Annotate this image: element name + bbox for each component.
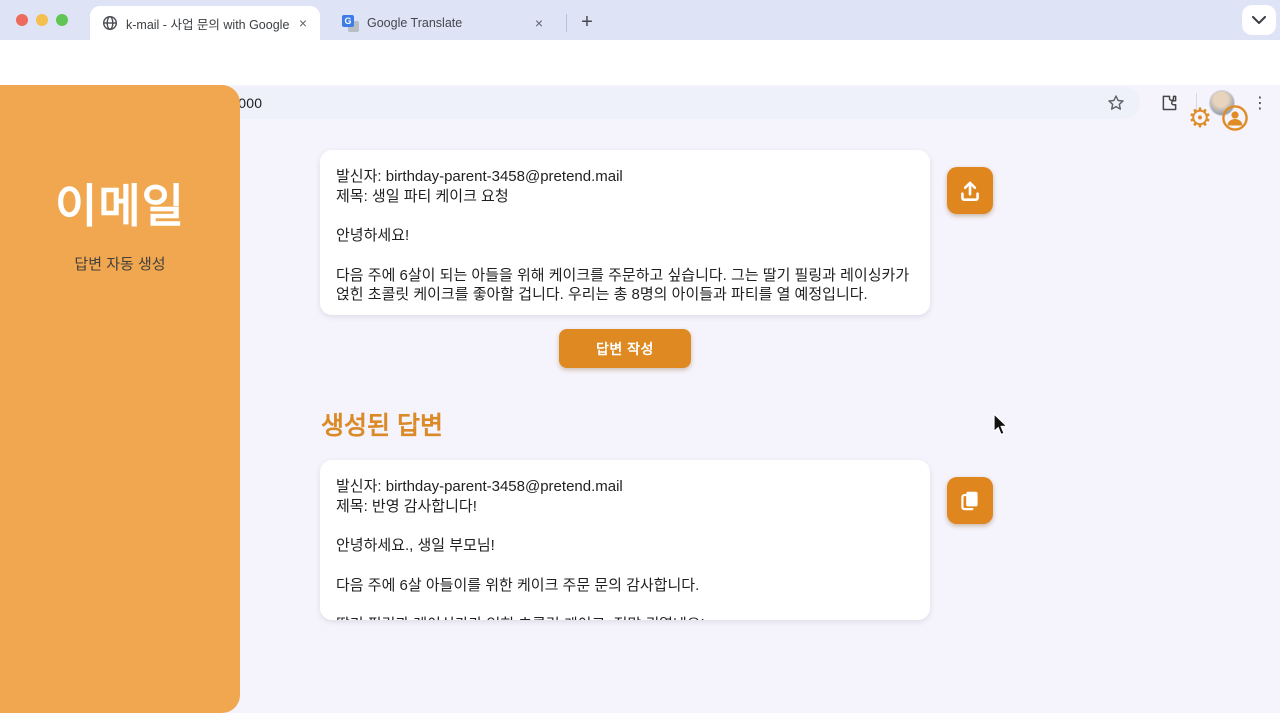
tab-separator (566, 14, 567, 32)
generated-reply-heading: 생성된 답변 (321, 406, 443, 442)
tab-title: k-mail - 사업 문의 with Google (126, 14, 294, 33)
bookmark-star-icon[interactable] (1106, 93, 1126, 118)
app-title: 이메일 (0, 170, 240, 236)
tab-kmail[interactable]: k-mail - 사업 문의 with Google × (90, 6, 320, 40)
incoming-email-text: 발신자: birthday-parent-3458@pretend.mail 제… (336, 167, 914, 305)
url-bar[interactable]: 127.0.0.1:5000 (124, 87, 1140, 119)
tab-search-chevron-button[interactable] (1242, 5, 1276, 35)
globe-favicon-icon (102, 15, 118, 31)
mouse-cursor (993, 413, 1011, 442)
bottom-strip (0, 713, 1280, 720)
upload-icon (957, 178, 983, 204)
browser-menu-icon[interactable]: ⋮ (1250, 90, 1270, 116)
new-tab-button[interactable]: + (574, 9, 600, 35)
upload-button[interactable] (947, 167, 993, 214)
copy-button[interactable] (947, 477, 993, 524)
tab-close-icon[interactable]: × (530, 14, 548, 32)
macos-zoom-button[interactable] (56, 14, 68, 26)
macos-minimize-button[interactable] (36, 14, 48, 26)
tab-google-translate[interactable]: G Google Translate × (330, 6, 556, 40)
chevron-down-icon (1252, 16, 1266, 24)
app-subtitle: 답변 자동 생성 (0, 253, 240, 274)
generated-email-text: 발신자: birthday-parent-3458@pretend.mail 제… (336, 477, 914, 620)
user-profile-icon[interactable] (1221, 104, 1249, 132)
sidebar: 이메일 답변 자동 생성 (0, 85, 240, 713)
tab-title: Google Translate (367, 16, 530, 30)
translate-favicon-icon: G (342, 15, 359, 32)
settings-gear-icon[interactable]: ⚙ (1185, 103, 1215, 133)
compose-reply-button[interactable]: 답변 작성 (559, 329, 691, 368)
incoming-email-card: 발신자: birthday-parent-3458@pretend.mail 제… (320, 150, 930, 315)
browser-toolbar: 127.0.0.1:5000 ⋮ (0, 40, 1280, 85)
macos-close-button[interactable] (16, 14, 28, 26)
browser-tab-strip: k-mail - 사업 문의 with Google × G Google Tr… (0, 0, 1280, 40)
tab-close-icon[interactable]: × (294, 14, 312, 32)
generated-email-card: 발신자: birthday-parent-3458@pretend.mail 제… (320, 460, 930, 620)
extensions-puzzle-icon[interactable] (1157, 90, 1181, 114)
copy-icon (957, 488, 983, 514)
